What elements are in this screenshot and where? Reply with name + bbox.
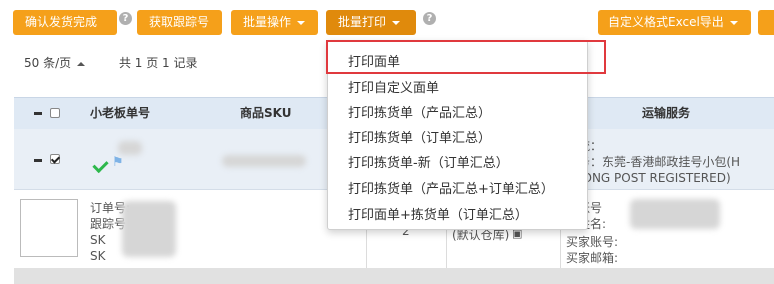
column-header-shipping: 运输服务 (642, 106, 691, 120)
get-tracking-button[interactable]: 获取跟踪号 (137, 10, 222, 35)
menu-item-print-picklist-new[interactable]: 打印拣货单-新（订单汇总） (348, 152, 509, 171)
chevron-down-icon (297, 20, 306, 25)
collapse-all-icon[interactable] (34, 112, 42, 115)
chevron-down-icon (729, 20, 738, 25)
pagination-info: 50 条/页 共 1 页 1 记录 (24, 54, 198, 71)
print-dropdown-menu: 打印面单 打印自定义面单 打印拣货单（产品汇总） 打印拣货单（订单汇总） 打印拣… (327, 40, 588, 230)
sku-line: SK (90, 233, 106, 247)
blurred-text (122, 201, 176, 257)
menu-item-print-picklist-product[interactable]: 打印拣货单（产品汇总） (348, 102, 491, 121)
custom-excel-export-label: 自定义格式Excel导出 (608, 15, 724, 29)
product-thumbnail[interactable] (20, 199, 78, 257)
column-header-order-no: 小老板单号 (90, 106, 151, 120)
buyer-account-label: 买家账号: (566, 235, 619, 249)
menu-item-print-custom-label[interactable]: 打印自定义面单 (348, 77, 439, 96)
confirm-shipping-label: 确认发货完成 (25, 15, 98, 29)
menu-item-print-label[interactable]: 打印面单 (348, 51, 400, 70)
shipping-service-en: GKONG POST REGISTERED) (566, 171, 731, 185)
help-icon[interactable]: ? (119, 12, 132, 25)
blurred-text (630, 199, 720, 229)
batch-print-label: 批量打印 (338, 15, 387, 29)
menu-item-print-label-and-picklist[interactable]: 打印面单+拣货单（订单汇总） (348, 204, 528, 223)
batch-operations-button[interactable]: 批量操作 (231, 10, 318, 35)
record-count: 共 1 页 1 记录 (118, 56, 198, 70)
batch-print-button[interactable]: 批量打印 (326, 10, 416, 35)
chevron-up-icon[interactable] (77, 61, 86, 66)
blurred-text (222, 155, 306, 167)
buyer-email-label: 买家邮箱: (566, 251, 619, 265)
flag-icon[interactable]: ⚑ (112, 155, 124, 170)
tracking-label: 跟踪号 (90, 217, 127, 231)
blurred-text (118, 141, 142, 155)
collapse-row-icon[interactable] (34, 159, 42, 162)
select-all-checkbox[interactable] (50, 108, 60, 118)
get-tracking-label: 获取跟踪号 (149, 15, 210, 29)
column-header-sku: 商品SKU (240, 106, 292, 120)
more-button[interactable] (758, 10, 774, 35)
confirm-shipping-button[interactable]: 确认发货完成 (13, 10, 117, 35)
custom-excel-export-button[interactable]: 自定义格式Excel导出 (598, 10, 751, 35)
help-icon[interactable]: ? (423, 12, 436, 25)
batch-operations-label: 批量操作 (243, 15, 292, 29)
chevron-down-icon (392, 20, 401, 25)
shipping-service: 服务：东莞-香港邮政挂号小包(H (566, 155, 741, 169)
page-size-select[interactable]: 50 条/页 (24, 56, 71, 70)
scrollbar[interactable] (14, 268, 774, 284)
row-checkbox[interactable] (50, 154, 60, 164)
menu-item-print-picklist-combined[interactable]: 打印拣货单（产品汇总+订单汇总） (348, 178, 554, 197)
menu-item-print-picklist-order[interactable]: 打印拣货单（订单汇总） (348, 127, 491, 146)
sku-line: SK (90, 249, 106, 263)
